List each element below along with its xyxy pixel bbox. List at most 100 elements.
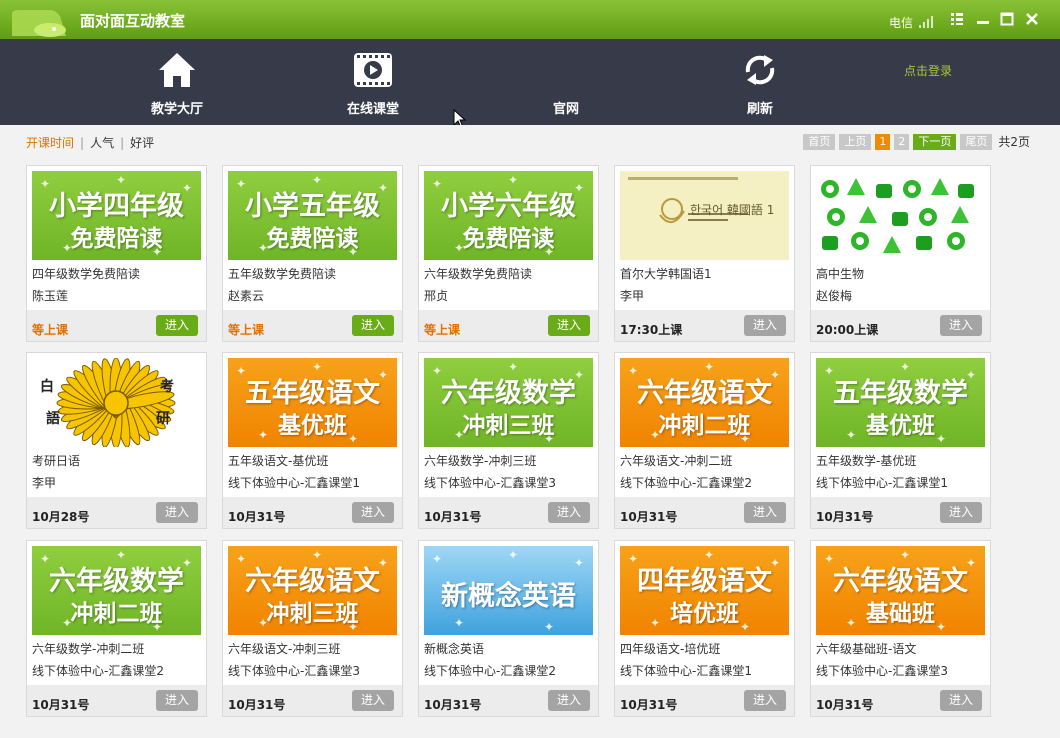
thumbnail-text: 新概念英语 xyxy=(441,581,576,612)
enter-button[interactable]: 进入 xyxy=(352,502,394,523)
enter-button[interactable]: 进入 xyxy=(744,690,786,711)
page-total: 共2页 xyxy=(998,135,1030,149)
enter-button[interactable]: 进入 xyxy=(744,315,786,336)
course-teacher: 李甲 xyxy=(620,289,645,303)
course-schedule: 10月31号 xyxy=(816,698,874,712)
enter-button[interactable]: 进入 xyxy=(352,690,394,711)
nav-official-site[interactable]: 官网 xyxy=(516,50,616,120)
thumbnail-line-1: 小学四年级 xyxy=(49,191,184,222)
course-teacher: 线下体验中心-汇鑫课堂2 xyxy=(32,664,164,678)
course-thumbnail: ✦ ✦ ✦ ✦ ✦ 小学四年级 免费陪读 xyxy=(32,171,201,260)
course-schedule: 10月28号 xyxy=(32,510,90,524)
seal-character: 語 xyxy=(46,411,60,427)
sparkle-decoration: ✦ xyxy=(508,548,519,562)
thumbnail-line-2: 基础班 xyxy=(866,601,935,627)
course-card[interactable]: ✦ ✦ ✦ ✦ ✦ 小学四年级 免费陪读 四年级数学免费陪读 陈玉莲 等上课 进入 xyxy=(26,165,207,342)
course-title: 首尔大学韩国语1 xyxy=(620,267,712,281)
thumbnail-line-1: 五年级语文 xyxy=(245,378,380,409)
course-teacher: 邢贞 xyxy=(424,289,449,303)
nav-online-class[interactable]: 在线课堂 xyxy=(323,50,423,120)
course-card[interactable]: ✦ ✦ ✦ ✦ ✦ 新概念英语 新概念英语 线下体验中心-汇鑫课堂2 10月31号 进入 xyxy=(418,540,599,717)
course-card-footer: 10月31号 进入 xyxy=(27,685,206,716)
video-icon xyxy=(354,53,392,87)
menu-icon[interactable] xyxy=(950,12,964,26)
thumbnail-line-2: 免费陪读 xyxy=(266,226,359,252)
seal-character: 白 xyxy=(40,379,54,395)
enter-button[interactable]: 进入 xyxy=(744,502,786,523)
sort-by-start-time[interactable]: 开课时间 xyxy=(26,136,74,150)
course-title: 四年级语文-培优班 xyxy=(620,642,721,656)
course-card[interactable]: ✦ ✦ ✦ ✦ ✦ 六年级数学 冲刺三班 六年级数学-冲刺三班 线下体验中心-汇鑫课堂3 10月3… xyxy=(418,352,599,529)
course-card[interactable]: ✦ ✦ ✦ ✦ ✦ 六年级数学 冲刺二班 六年级数学-冲刺二班 线下体验中心-汇鑫课堂2 10月3… xyxy=(26,540,207,717)
thumbnail-line-2: 免费陪读 xyxy=(462,226,555,252)
course-thumbnail: 한국어 韓國語 1 xyxy=(620,171,789,260)
course-card[interactable]: ✦ ✦ ✦ ✦ ✦ 小学五年级 免费陪读 五年级数学免费陪读 赵素云 等上课 进入 xyxy=(222,165,403,342)
course-card[interactable]: ✦ ✦ ✦ ✦ ✦ 四年级语文 培优班 四年级语文-培优班 线下体验中心-汇鑫课堂1 10月31号… xyxy=(614,540,795,717)
course-card-footer: 等上课 进入 xyxy=(27,310,206,341)
enter-button[interactable]: 进入 xyxy=(352,315,394,336)
prev-page-button[interactable]: 上页 xyxy=(839,133,872,150)
nav-refresh[interactable]: 刷新 xyxy=(710,50,810,120)
first-page-button[interactable]: 首页 xyxy=(803,133,836,150)
course-title: 六年级数学-冲刺二班 xyxy=(32,642,145,656)
course-thumbnail: ✦ ✦ ✦ ✦ ✦ 五年级语文 基优班 xyxy=(228,358,397,447)
course-schedule: 10月31号 xyxy=(424,698,482,712)
maximize-icon[interactable] xyxy=(1000,12,1014,26)
course-teacher: 线下体验中心-汇鑫课堂1 xyxy=(816,476,948,490)
enter-button[interactable]: 进入 xyxy=(940,502,982,523)
course-card[interactable]: 한국어 韓國語 1 首尔大学韩国语1 李甲 17:30上课 进入 xyxy=(614,165,795,342)
page-1-button[interactable]: 1 xyxy=(875,133,891,150)
course-schedule: 10月31号 xyxy=(816,510,874,524)
enter-button[interactable]: 进入 xyxy=(548,502,590,523)
nav-teaching-hall[interactable]: 教学大厅 xyxy=(127,50,227,120)
enter-button[interactable]: 进入 xyxy=(548,690,590,711)
enter-button[interactable]: 进入 xyxy=(156,315,198,336)
nav-label: 刷新 xyxy=(746,102,773,117)
home-icon xyxy=(159,53,195,87)
course-title: 五年级数学-基优班 xyxy=(816,454,917,468)
course-card[interactable]: ✦ ✦ ✦ ✦ ✦ 五年级语文 基优班 五年级语文-基优班 线下体验中心-汇鑫课堂1 10月31号… xyxy=(222,352,403,529)
last-page-button[interactable]: 尾页 xyxy=(960,133,993,150)
course-teacher: 陈玉莲 xyxy=(32,289,69,303)
sort-by-rating[interactable]: 好评 xyxy=(130,136,154,150)
course-title: 高中生物 xyxy=(816,267,865,281)
course-card[interactable]: ✦ ✦ ✦ ✦ ✦ 五年级数学 基优班 五年级数学-基优班 线下体验中心-汇鑫课堂1 10月31号… xyxy=(810,352,991,529)
close-icon[interactable] xyxy=(1025,12,1039,26)
sort-options: 开课时间 | 人气 | 好评 xyxy=(26,134,154,151)
course-title: 六年级数学免费陪读 xyxy=(424,267,533,281)
course-thumbnail: ✦ ✦ ✦ ✦ ✦ 六年级语文 基础班 xyxy=(816,546,985,635)
course-card[interactable]: ✦ ✦ ✦ ✦ ✦ 六年级语文 冲刺二班 六年级语文-冲刺二班 线下体验中心-汇鑫课堂2 10月3… xyxy=(614,352,795,529)
thumbnail-line-2: 冲刺二班 xyxy=(658,413,751,439)
enter-button[interactable]: 进入 xyxy=(156,690,198,711)
course-card[interactable]: ✦ ✦ ✦ ✦ ✦ 六年级语文 基础班 六年级基础班-语文 线下体验中心-汇鑫课堂3 10月31号… xyxy=(810,540,991,717)
divider: | xyxy=(80,136,85,150)
enter-button[interactable]: 进入 xyxy=(548,315,590,336)
nav-label: 官网 xyxy=(552,102,579,117)
course-card-footer: 10月31号 进入 xyxy=(419,685,598,716)
thumbnail-line-1: 小学五年级 xyxy=(245,191,380,222)
biology-illustration xyxy=(821,178,974,253)
thumbnail-line-2: 冲刺三班 xyxy=(266,601,359,627)
enter-button[interactable]: 进入 xyxy=(940,690,982,711)
thumbnail-line-2: 免费陪读 xyxy=(70,226,163,252)
page-2-button[interactable]: 2 xyxy=(894,133,910,150)
course-card[interactable]: ✦ ✦ ✦ ✦ ✦ 小学六年级 免费陪读 六年级数学免费陪读 邢贞 等上课 进入 xyxy=(418,165,599,342)
thumbnail-line-1: 六年级语文 xyxy=(833,566,968,597)
enter-button[interactable]: 进入 xyxy=(156,502,198,523)
next-page-button[interactable]: 下一页 xyxy=(913,133,957,150)
signal-icon xyxy=(919,16,933,28)
seal-character: 研 xyxy=(156,411,170,427)
sort-by-popularity[interactable]: 人气 xyxy=(90,136,114,150)
course-thumbnail: ✦ ✦ ✦ ✦ ✦ 小学六年级 免费陪读 xyxy=(424,171,593,260)
minimize-icon[interactable] xyxy=(976,12,990,26)
course-card[interactable]: 高中生物 赵俊梅 20:00上课 进入 xyxy=(810,165,991,342)
course-schedule: 等上课 xyxy=(228,323,265,337)
course-card[interactable]: ✦ ✦ ✦ ✦ ✦ 六年级语文 冲刺三班 六年级语文-冲刺三班 线下体验中心-汇鑫课堂3 10月3… xyxy=(222,540,403,717)
course-card-footer: 10月31号 进入 xyxy=(419,497,598,528)
enter-button[interactable]: 进入 xyxy=(940,315,982,336)
course-schedule: 10月31号 xyxy=(620,510,678,524)
login-link[interactable]: 点击登录 xyxy=(904,62,952,79)
course-card[interactable]: 白 考語 研考研日语 李甲 10月28号 进入 xyxy=(26,352,207,529)
nav-label: 教学大厅 xyxy=(150,102,203,117)
course-title: 四年级数学免费陪读 xyxy=(32,267,141,281)
